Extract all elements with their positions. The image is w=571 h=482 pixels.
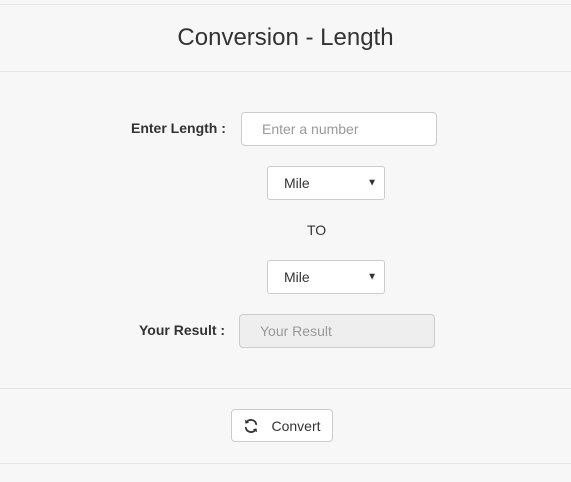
to-unit-value: Mile: [284, 269, 310, 285]
convert-button[interactable]: Convert: [231, 409, 333, 442]
length-input[interactable]: [241, 112, 437, 146]
to-separator: TO: [307, 222, 327, 238]
footer-divider: [0, 388, 571, 389]
bottom-divider: [0, 463, 571, 464]
chevron-down-icon: ▼: [367, 177, 377, 189]
to-unit-select[interactable]: Mile ▼: [267, 260, 385, 294]
chevron-down-icon: ▼: [367, 271, 377, 283]
page-title: Conversion - Length: [177, 24, 394, 51]
length-label: Enter Length :: [131, 120, 226, 136]
convert-label: Convert: [271, 417, 321, 434]
refresh-icon: [243, 418, 259, 434]
result-label: Your Result :: [139, 322, 226, 338]
from-unit-select[interactable]: Mile ▼: [267, 166, 385, 200]
page-header: Conversion - Length: [0, 5, 571, 71]
from-unit-value: Mile: [284, 175, 310, 191]
header-divider: [0, 71, 571, 72]
result-field[interactable]: [239, 314, 435, 348]
